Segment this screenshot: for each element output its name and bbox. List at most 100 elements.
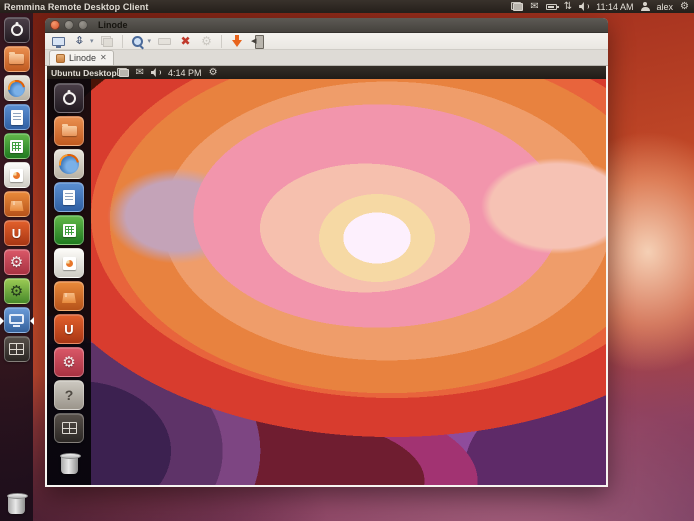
launcher-item-dash-home[interactable] [4, 17, 30, 43]
workspace-grid-icon [9, 343, 24, 355]
keyboard-icon [158, 38, 171, 45]
unity-launcher: U ⚙ ⚙ [0, 13, 33, 521]
trash-icon [61, 455, 78, 474]
system-tray: ✉ ⇅ 11:14 AM alex ⚙ [511, 2, 689, 12]
disconnect-button[interactable] [250, 34, 265, 49]
resize-window-button[interactable] [72, 34, 87, 49]
shopping-bag-icon [62, 293, 76, 303]
launcher-item-system-settings[interactable]: ⚙ [4, 249, 30, 275]
network-icon[interactable] [117, 68, 129, 77]
toolbar-separator [221, 35, 222, 48]
impress-chart-icon [63, 257, 76, 270]
impress-chart-icon [10, 169, 23, 182]
connection-tabbar: Linode ✕ [45, 50, 608, 66]
launcher-item-software-updater[interactable]: ⚙ [4, 278, 30, 304]
window-titlebar[interactable]: Linode [45, 18, 608, 33]
disconnect-icon [251, 35, 264, 47]
maximize-button[interactable] [78, 20, 88, 30]
volume-icon[interactable] [579, 2, 589, 11]
tools-cross-icon: ✖ [181, 35, 191, 47]
connection-icon [56, 54, 65, 63]
remote-clock[interactable]: 4:14 PM [168, 68, 202, 78]
remote-launcher-item-ubuntu-one[interactable]: U [54, 314, 84, 344]
zoom-dropdown-caret-icon[interactable]: ▾ [148, 37, 152, 45]
launcher-item-libreoffice-impress[interactable] [4, 162, 30, 188]
launcher-item-ubuntu-one[interactable]: U [4, 220, 30, 246]
remote-launcher-item-libreoffice-calc[interactable] [54, 215, 84, 245]
user-icon[interactable] [641, 2, 650, 11]
trash-icon [8, 495, 25, 514]
duplicate-connection-button [100, 34, 115, 49]
remote-unity-launcher: U ⚙ ? [47, 79, 91, 485]
running-indicator-icon [0, 317, 4, 325]
resize-arrows-icon [73, 35, 86, 48]
desktop: Remmina Remote Desktop Client ✉ ⇅ 11:14 … [0, 0, 694, 521]
session-gear-icon[interactable]: ⚙ [680, 2, 689, 12]
launcher-item-home-folder[interactable] [4, 46, 30, 72]
remote-launcher-item-dash-home[interactable] [54, 83, 84, 113]
writer-document-icon [63, 190, 75, 205]
remote-launcher-item-libreoffice-writer[interactable] [54, 182, 84, 212]
ubuntu-one-icon: U [12, 227, 21, 240]
resize-dropdown-caret-icon[interactable]: ▾ [90, 37, 94, 45]
fullscreen-button[interactable] [51, 34, 66, 49]
close-button[interactable] [50, 20, 60, 30]
network-icon[interactable] [511, 2, 523, 11]
traffic-button[interactable] [229, 34, 244, 49]
launcher-item-firefox[interactable] [4, 75, 30, 101]
active-app-title: Remmina Remote Desktop Client [4, 2, 148, 12]
firefox-icon [8, 80, 25, 97]
username[interactable]: alex [657, 2, 674, 12]
volume-icon[interactable] [151, 68, 161, 77]
zoom-button[interactable] [130, 34, 145, 49]
launcher-item-workspace-switcher[interactable] [4, 336, 30, 362]
remmina-toolbar: ▾ ▾ ✖ ⚙ [45, 33, 608, 50]
remote-desktop-view[interactable]: Ubuntu Desktop ✉ 4:14 PM ⚙ [45, 66, 608, 487]
remote-desktop-title: Ubuntu Desktop [51, 68, 117, 78]
preferences-gear-icon: ⚙ [201, 35, 212, 47]
session-gear-icon[interactable]: ⚙ [209, 68, 218, 78]
mail-icon[interactable]: ✉ [530, 2, 538, 12]
mail-icon[interactable]: ✉ [136, 68, 144, 78]
remote-launcher-item-trash[interactable] [54, 449, 84, 479]
minimize-button[interactable] [64, 20, 74, 30]
duplicate-icon [101, 36, 113, 47]
remmina-window: Linode ▾ ▾ ✖ ⚙ Linode ✕ [45, 18, 608, 487]
remote-launcher-item-help[interactable]: ? [54, 380, 84, 410]
tab-close-icon[interactable]: ✕ [100, 54, 107, 62]
remote-top-panel: Ubuntu Desktop ✉ 4:14 PM ⚙ [47, 66, 606, 79]
window-title: Linode [98, 20, 128, 30]
sync-icon[interactable]: ⇅ [564, 2, 572, 12]
keyboard-grab-button [157, 34, 172, 49]
folder-icon [9, 54, 24, 64]
magnifier-icon [131, 35, 144, 48]
top-panel: Remmina Remote Desktop Client ✉ ⇅ 11:14 … [0, 0, 694, 13]
window-controls [50, 20, 88, 30]
remote-launcher-item-libreoffice-impress[interactable] [54, 248, 84, 278]
launcher-item-remmina[interactable] [4, 307, 30, 333]
ubuntu-logo-icon [63, 92, 76, 105]
shopping-bag-icon [10, 201, 24, 211]
launcher-item-ubuntu-software-center[interactable] [4, 191, 30, 217]
remote-launcher-item-ubuntu-software-center[interactable] [54, 281, 84, 311]
fullscreen-icon [52, 37, 65, 46]
clock[interactable]: 11:14 AM [596, 2, 633, 12]
settings-gear-icon: ⚙ [10, 255, 23, 270]
remote-launcher-item-system-settings[interactable]: ⚙ [54, 347, 84, 377]
launcher-item-libreoffice-calc[interactable] [4, 133, 30, 159]
tools-button[interactable]: ✖ [178, 34, 193, 49]
ubuntu-one-icon: U [64, 323, 73, 336]
launcher-item-trash[interactable] [3, 491, 29, 517]
preferences-button: ⚙ [199, 34, 214, 49]
remote-wallpaper[interactable]: Ubuntu Desktop ✉ 4:14 PM ⚙ [47, 66, 606, 485]
remote-system-tray: ✉ 4:14 PM ⚙ [117, 68, 218, 78]
battery-icon[interactable] [546, 4, 557, 10]
remote-launcher-item-firefox[interactable] [54, 149, 84, 179]
tab-linode[interactable]: Linode ✕ [49, 50, 114, 65]
calc-spreadsheet-icon [63, 224, 76, 237]
focused-indicator-icon [30, 317, 34, 325]
workspace-grid-icon [62, 422, 77, 434]
launcher-item-libreoffice-writer[interactable] [4, 104, 30, 130]
remote-launcher-item-workspace-switcher[interactable] [54, 413, 84, 443]
remote-launcher-item-home-folder[interactable] [54, 116, 84, 146]
